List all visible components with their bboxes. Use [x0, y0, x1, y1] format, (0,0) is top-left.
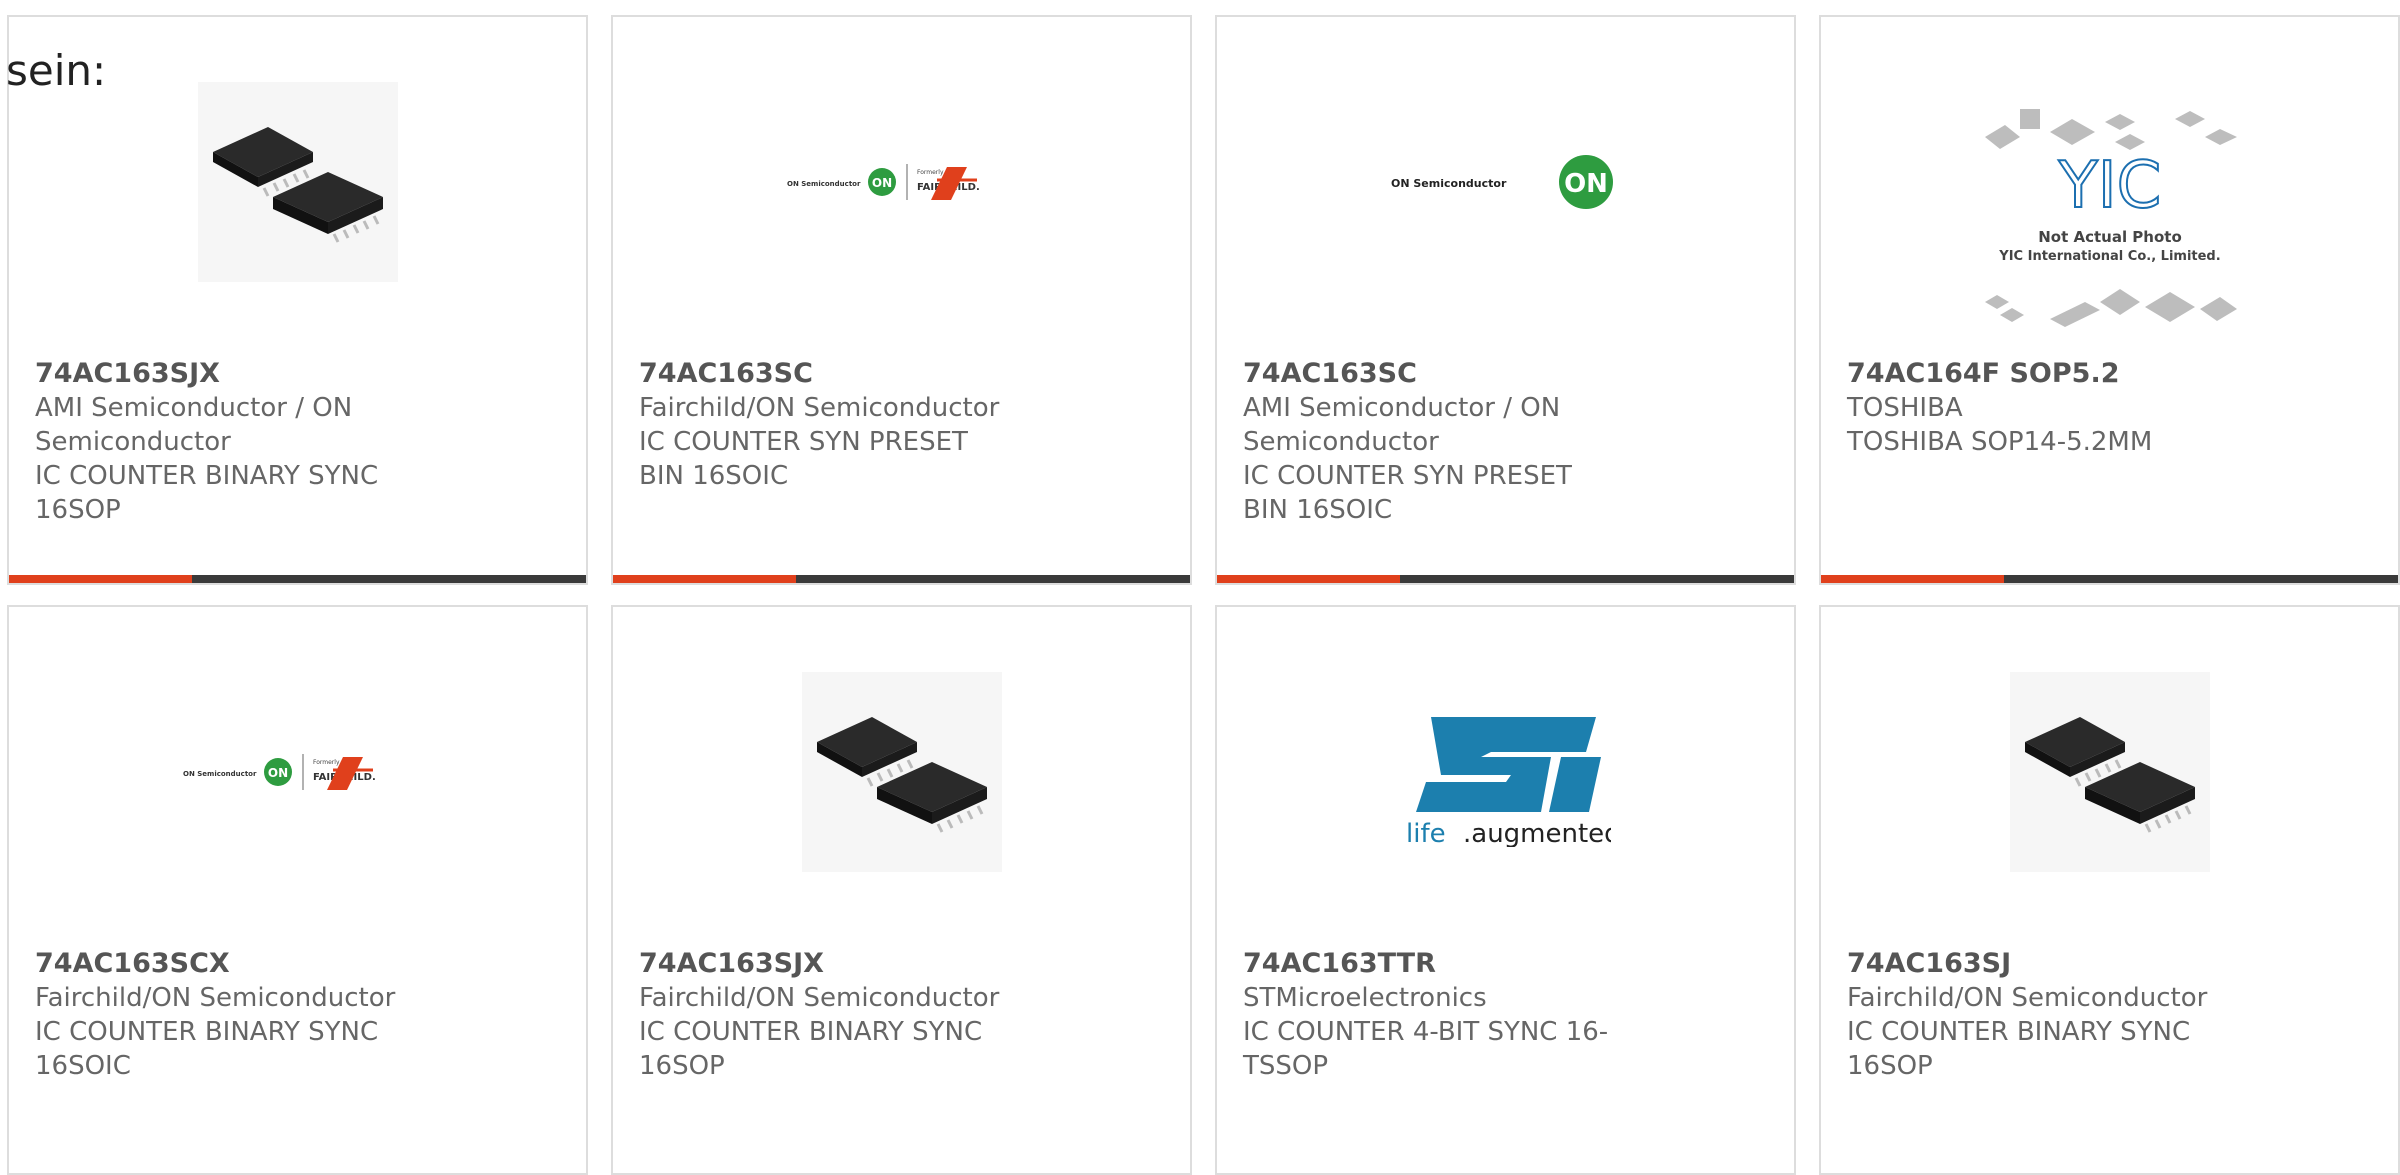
on-fairchild-logo-icon: ON Semiconductor ON Formerly FAIRCHILD.: [183, 754, 375, 790]
ic-chip-icon: [2009, 672, 2210, 872]
product-card[interactable]: ON Semiconductor ON Formerly FAIRCHILD. …: [611, 15, 1192, 585]
part-number[interactable]: 74AC163SJX: [35, 357, 566, 391]
product-card[interactable]: YIC Not Actual Photo YIC International C…: [1819, 15, 2400, 585]
part-number[interactable]: 74AC163SJX: [639, 947, 1170, 981]
description: TOSHIBA SOP14-5.2MM: [1847, 427, 2153, 457]
part-number[interactable]: 74AC163SC: [639, 357, 1170, 391]
svg-text:ON: ON: [871, 176, 891, 190]
part-number[interactable]: 74AC163TTR: [1243, 947, 1774, 981]
manufacturer: Fairchild/ON Semiconductor: [639, 983, 1000, 1013]
manufacturer: STMicroelectronics: [1243, 983, 1487, 1013]
product-image[interactable]: ON Semiconductor ON Formerly FAIRCHILD.: [613, 82, 1190, 282]
card-bottom-bar: [1821, 575, 2398, 583]
svg-text:Formerly: Formerly: [313, 759, 340, 766]
product-grid: 74AC163SJX AMI Semiconductor / ON Semico…: [7, 15, 2400, 1175]
svg-text:Not Actual Photo: Not Actual Photo: [2038, 228, 2182, 246]
intro-text: sein:: [6, 46, 107, 95]
part-number[interactable]: 74AC164F SOP5.2: [1847, 357, 2378, 391]
svg-text:ON Semiconductor: ON Semiconductor: [1391, 177, 1507, 190]
description: IC COUNTER 4-BIT SYNC 16-TSSOP: [1243, 1017, 1609, 1081]
product-image[interactable]: [9, 82, 586, 282]
product-image[interactable]: [1821, 672, 2398, 872]
ic-chip-icon: [801, 672, 1002, 872]
product-card[interactable]: ON Semiconductor ON Formerly FAIRCHILD. …: [7, 605, 588, 1175]
on-semi-logo-icon: ON Semiconductor ON: [1391, 155, 1613, 209]
description: IC COUNTER BINARY SYNC 16SOIC: [35, 1017, 379, 1081]
part-number[interactable]: 74AC163SJ: [1847, 947, 2378, 981]
product-image[interactable]: YIC Not Actual Photo YIC International C…: [1821, 97, 2398, 337]
product-card[interactable]: life .augmented 74AC163TTR STMicroelectr…: [1215, 605, 1796, 1175]
st-logo-icon: life .augmented: [1406, 717, 1611, 847]
manufacturer: AMI Semiconductor / ON Semiconductor: [1243, 393, 1561, 457]
svg-text:ON: ON: [1564, 169, 1608, 199]
product-card[interactable]: 74AC163SJX Fairchild/ON Semiconductor IC…: [611, 605, 1192, 1175]
card-bottom-bar: [9, 575, 586, 583]
yic-placeholder-icon: YIC Not Actual Photo YIC International C…: [1984, 109, 2237, 327]
svg-text:Formerly: Formerly: [917, 169, 944, 176]
description: IC COUNTER BINARY SYNC 16SOP: [639, 1017, 983, 1081]
manufacturer: Fairchild/ON Semiconductor: [1847, 983, 2208, 1013]
svg-text:ON Semiconductor: ON Semiconductor: [183, 770, 257, 778]
description: IC COUNTER SYN PRESET BIN 16SOIC: [1243, 461, 1572, 525]
product-image[interactable]: ON Semiconductor ON: [1217, 82, 1794, 282]
card-bottom-bar: [1217, 575, 1794, 583]
svg-text:.augmented: .augmented: [1463, 819, 1611, 847]
product-card[interactable]: ON Semiconductor ON 74AC163SC AMI Semico…: [1215, 15, 1796, 585]
description: IC COUNTER SYN PRESET BIN 16SOIC: [639, 427, 968, 491]
description: IC COUNTER BINARY SYNC 16SOP: [1847, 1017, 2191, 1081]
description: IC COUNTER BINARY SYNC 16SOP: [35, 461, 379, 525]
on-fairchild-logo-icon: ON Semiconductor ON Formerly FAIRCHILD.: [787, 164, 979, 200]
manufacturer: TOSHIBA: [1847, 393, 1963, 423]
product-card[interactable]: 74AC163SJX AMI Semiconductor / ON Semico…: [7, 15, 588, 585]
manufacturer: Fairchild/ON Semiconductor: [639, 393, 1000, 423]
part-number[interactable]: 74AC163SC: [1243, 357, 1774, 391]
svg-text:ON Semiconductor: ON Semiconductor: [787, 180, 861, 188]
ic-chip-icon: [197, 82, 398, 282]
part-number[interactable]: 74AC163SCX: [35, 947, 566, 981]
svg-text:ON: ON: [267, 766, 287, 780]
product-image[interactable]: [613, 672, 1190, 872]
svg-text:YIC: YIC: [2057, 149, 2161, 223]
svg-text:YIC International Co., Limited: YIC International Co., Limited.: [1998, 249, 2220, 264]
manufacturer: Fairchild/ON Semiconductor: [35, 983, 396, 1013]
product-image[interactable]: life .augmented: [1217, 672, 1794, 872]
svg-text:life: life: [1406, 819, 1446, 847]
manufacturer: AMI Semiconductor / ON Semiconductor: [35, 393, 353, 457]
card-bottom-bar: [613, 575, 1190, 583]
product-image[interactable]: ON Semiconductor ON Formerly FAIRCHILD.: [9, 672, 586, 872]
product-card[interactable]: 74AC163SJ Fairchild/ON Semiconductor IC …: [1819, 605, 2400, 1175]
